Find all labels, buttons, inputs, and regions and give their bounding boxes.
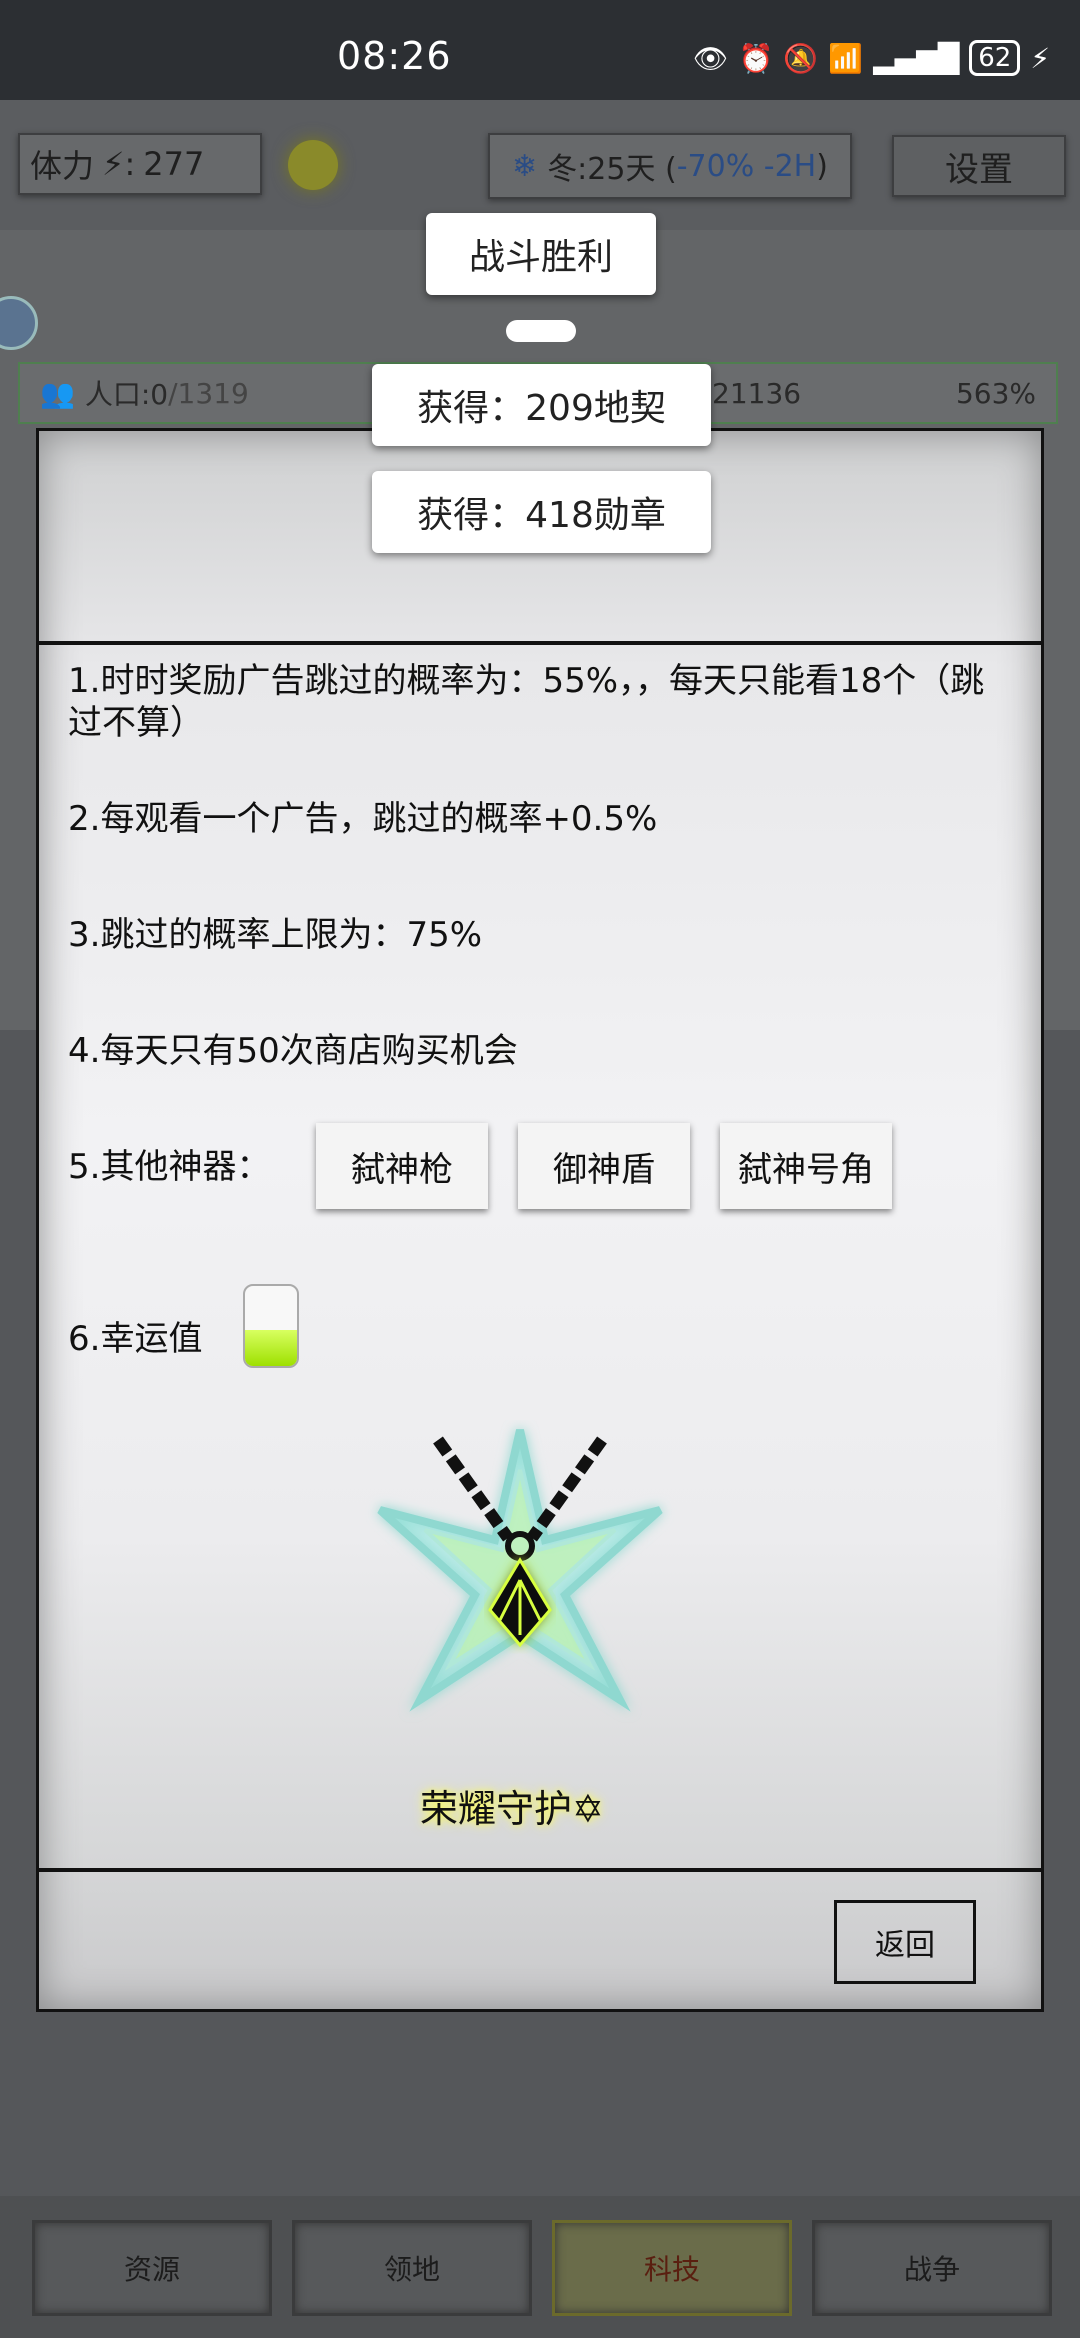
luck-meter-fill bbox=[245, 1330, 297, 1366]
luck-meter bbox=[243, 1284, 299, 1368]
artifact-button-horn[interactable]: 弑神号角 bbox=[720, 1123, 892, 1209]
battery-icon: 62 bbox=[969, 40, 1021, 76]
population-mid-value: 21136 bbox=[712, 376, 802, 410]
rule-3: 3.跳过的概率上限为：75% bbox=[68, 915, 483, 955]
signal-icon: ▂▄▆█ bbox=[873, 41, 960, 75]
population-label: 人口:0 bbox=[84, 378, 169, 411]
emblem-title: 荣耀守护✡ bbox=[420, 1787, 604, 1831]
people-icon: 👥 bbox=[40, 376, 75, 410]
toast-indicator bbox=[506, 320, 576, 342]
stamina-label: 体力 bbox=[30, 147, 95, 185]
battle-result-toast: 战斗胜利 bbox=[426, 213, 656, 295]
artifact-button-shield[interactable]: 御神盾 bbox=[518, 1123, 690, 1209]
population-max: /1319 bbox=[168, 376, 249, 410]
bottom-nav: 资源 领地 科技 战争 bbox=[0, 2196, 1080, 2338]
nav-territory[interactable]: 领地 bbox=[292, 2220, 532, 2316]
status-bar: 08:26 👁 ⏰ 🔕 📶 ▂▄▆█ 62 ⚡ bbox=[0, 0, 1080, 100]
nav-resources[interactable]: 资源 bbox=[32, 2220, 272, 2316]
stamina-value: 277 bbox=[143, 145, 205, 183]
eye-icon: 👁 bbox=[692, 41, 729, 75]
alarm-icon: ⏰ bbox=[738, 41, 774, 75]
back-button[interactable]: 返回 bbox=[834, 1900, 976, 1984]
divider bbox=[39, 1868, 1041, 1872]
population-percent: 563% bbox=[955, 376, 1036, 410]
reward-toast-deeds: 获得：209地契 bbox=[372, 364, 711, 446]
season-suffix: ) bbox=[816, 148, 828, 184]
season-modifier: -70% -2H bbox=[676, 148, 817, 184]
wifi-icon: 📶 bbox=[828, 41, 864, 75]
settings-button[interactable]: 设置 bbox=[892, 135, 1066, 197]
season-box: ❄ 冬:25天 ( -70% -2H ) bbox=[488, 133, 852, 199]
rule-1: 1.时时奖励广告跳过的概率为：55%，，每天只能看18个（跳过不算） bbox=[68, 661, 985, 743]
nav-war[interactable]: 战争 bbox=[812, 2220, 1052, 2316]
nav-technology[interactable]: 科技 bbox=[552, 2220, 792, 2316]
season-text: 冬:25天 ( bbox=[547, 152, 677, 187]
artifact-button-spear[interactable]: 弑神枪 bbox=[316, 1123, 488, 1209]
status-icons: 👁 ⏰ 🔕 📶 ▂▄▆█ 62 ⚡ bbox=[693, 40, 1050, 76]
rule-2: 2.每观看一个广告，跳过的概率+0.5% bbox=[68, 799, 658, 839]
sun-icon bbox=[288, 140, 338, 190]
mute-icon: 🔕 bbox=[783, 41, 819, 75]
charging-icon: ⚡ bbox=[1030, 41, 1050, 75]
rule-4: 4.每天只有50次商店购买机会 bbox=[68, 1031, 518, 1071]
rule-6: 6.幸运值 bbox=[68, 1319, 203, 1359]
snowflake-icon: ❄ bbox=[512, 148, 538, 184]
necklace-star-emblem[interactable] bbox=[360, 1420, 680, 1740]
reward-toast-medals: 获得：418勋章 bbox=[372, 471, 711, 553]
clock: 08:26 bbox=[337, 34, 452, 78]
stamina-box: 体力 ⚡: 277 bbox=[18, 133, 262, 195]
divider bbox=[39, 641, 1041, 645]
rule-5: 5.其他神器： bbox=[68, 1147, 271, 1187]
star-of-david-icon: ✡ bbox=[572, 1787, 604, 1831]
lightning-icon: ⚡: bbox=[102, 145, 136, 183]
game-top-bar: 体力 ⚡: 277 ❄ 冬:25天 ( -70% -2H ) 设置 bbox=[0, 100, 1080, 230]
